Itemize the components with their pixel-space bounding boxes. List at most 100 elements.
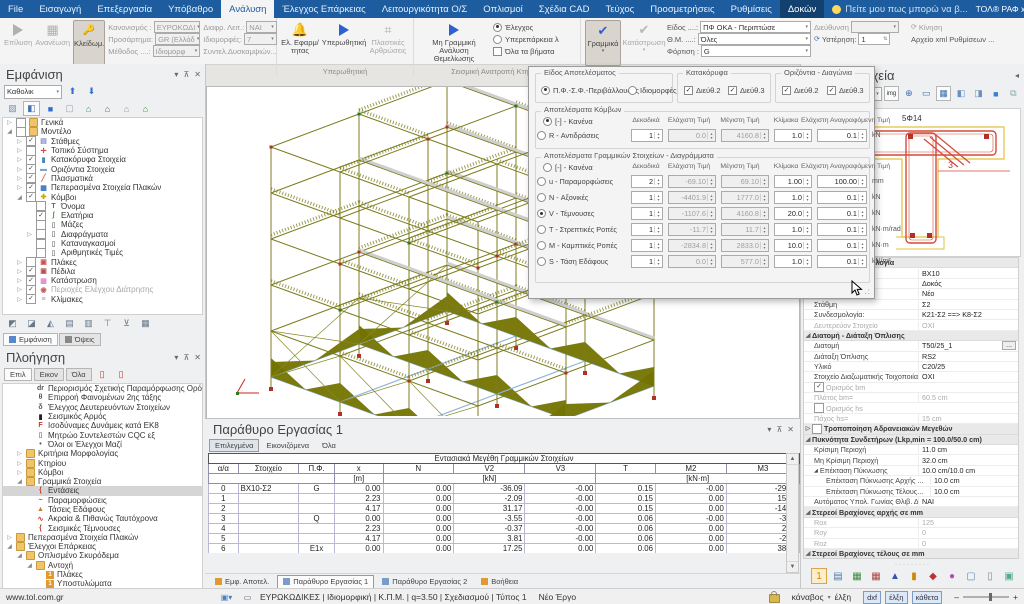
navigation-tree-item[interactable]: θΕπιρροή Φαινομένων 2ης τάξης (3, 393, 202, 402)
display-tree-item[interactable]: ▷✓╱Πλασματικά (3, 174, 202, 183)
tab-Επεξεργασία[interactable]: Επεξεργασία (89, 0, 160, 18)
hysteresis-spinner[interactable]: 1⇅ (858, 33, 890, 45)
prop-row[interactable]: ΣτάθμηΣ2 (804, 300, 1018, 310)
navigation-tree-item[interactable]: ▲Τάσεις Εδάφους (3, 505, 202, 514)
view-cube3-icon[interactable]: ■ (988, 86, 1003, 101)
expand-arrow-icon[interactable]: ▷ (16, 166, 23, 173)
chart-line-icon[interactable]: ▲ (887, 568, 903, 584)
navigation-tree-item[interactable]: ▯Μητρώο Συντελεστών CQC εξ (3, 430, 202, 439)
view-cube1-icon[interactable]: ◧ (953, 86, 968, 101)
brush-icon[interactable]: ◆ (925, 568, 941, 584)
prop-checkbox[interactable] (814, 403, 824, 413)
display-tree-item[interactable]: ▷▯Διαφράγματα (3, 230, 202, 239)
display-tree-item[interactable]: ▷✓▦Πεπερασμένα Στοιχεία Πλακών (3, 183, 202, 192)
table-row[interactable]: 6E1x0.000.0017.250.000.060.0038.90 (209, 544, 800, 554)
prop-row[interactable]: Διάταξη ΌπλισηςRS2 (804, 352, 1018, 362)
navigation-tree-item[interactable]: ▷Κόμβοι (3, 468, 202, 477)
layers-icon[interactable]: ▦ (137, 316, 154, 331)
field-combo-[interactable]: ΠΦ ΟΚΑ - Περιπτώσε▾ (700, 21, 811, 33)
navigation-tree-item[interactable]: ◢Γραμμικά Στοιχεία (3, 477, 202, 486)
display-tree-item[interactable]: ▷✓▤Στάθμες (3, 137, 202, 146)
expand-arrow-icon[interactable]: ▷ (16, 259, 23, 266)
expand-arrow-icon[interactable]: ▷ (16, 147, 23, 154)
copy-icon[interactable]: ⧉ (1006, 86, 1021, 101)
radio-icon[interactable] (537, 193, 546, 202)
close-icon[interactable]: ✕ (194, 70, 201, 79)
display-tree-item[interactable]: TΌνομα (3, 202, 202, 211)
layer-1-icon[interactable]: 1 (811, 568, 827, 584)
collapse-arrow-icon[interactable]: ◢ (6, 128, 13, 135)
zoom-out-icon[interactable]: – (954, 592, 959, 602)
panel-menu-icon[interactable]: ▾ (174, 70, 178, 79)
measure-icon[interactable]: ⊻ (118, 316, 135, 331)
tab-Σχέδια CAD[interactable]: Σχέδια CAD (531, 0, 598, 18)
prop-row[interactable]: Επέκταση Πύκνωσης Τέλους...10.0 cm (804, 487, 1018, 497)
tree-checkbox[interactable] (16, 127, 26, 137)
walk-green-icon[interactable]: ⌂ (137, 101, 154, 116)
workspace-tab-Βοήθεια[interactable]: Βοήθεια (475, 575, 524, 589)
prop-row[interactable]: Ορισμός hs (804, 403, 1018, 413)
display-tree-item[interactable]: ▯Μάζες (3, 220, 202, 229)
radio-icon[interactable] (537, 177, 546, 186)
filter-icon[interactable]: ◭ (42, 316, 59, 331)
xml-sett ings-label[interactable]: Αρχείο xml Ρυθμίσεων ... (911, 35, 994, 44)
expand-arrow-icon[interactable]: ▷ (16, 268, 23, 275)
minshow-spinner[interactable]: 0.1▴▾ (817, 191, 867, 204)
prop-row[interactable]: Επέκταση Πύκνωσης Αρχής ...10.0 cm (804, 476, 1018, 486)
tree-checkbox[interactable] (36, 248, 46, 258)
tab-Οπλισμοί[interactable]: Οπλισμοί (475, 0, 531, 18)
select-icon[interactable]: ◩ (4, 316, 21, 331)
collapse-arrow-icon[interactable]: ◢ (804, 509, 812, 516)
navigation-tree-item[interactable]: 1Πλάκες (3, 570, 202, 579)
navigation-tree-item[interactable]: drΠεριορισμός Σχετικής Παραμόρφωσης Ορόφ… (3, 384, 202, 393)
scale-spinner[interactable]: 1.00▴▾ (774, 175, 812, 188)
check-dir2-vert[interactable]: Διεύθ.2 (684, 85, 721, 95)
dec-spinner[interactable]: 1▴▾ (631, 255, 663, 268)
prop-row[interactable]: Roy0 (804, 528, 1018, 538)
view-cube-icon[interactable]: ▧ (4, 101, 21, 116)
navigation-tree-item[interactable]: {Σεισμικές Τέμνουσες (3, 523, 202, 532)
close-icon[interactable]: ✕ (787, 425, 794, 434)
tab-Τεύχος[interactable]: Τεύχος (597, 0, 642, 18)
dec-spinner[interactable]: 1▴▾ (631, 129, 663, 142)
view-section-icon[interactable]: ▦ (936, 86, 951, 101)
table-tab-Όλα[interactable]: Όλα (316, 439, 342, 452)
view-cube2-icon[interactable]: ◨ (971, 86, 986, 101)
ellipsis-button[interactable]: ... (1002, 341, 1016, 350)
expand-arrow-icon[interactable]: ▷ (16, 277, 23, 284)
expand-arrow-icon[interactable]: ▷ (804, 425, 812, 432)
prop-row[interactable]: Στοιχείο Διαζωματικής ΤοιχοποιίαςΟΧΙ (804, 372, 1018, 382)
plastic-hinges-button[interactable]: ⌗ Πλαστικές Αρθρώσεις (369, 20, 407, 66)
scroll-down-icon[interactable]: ▼ (787, 561, 798, 572)
table-row[interactable]: 12.230.00-2.09-0.000.150.0015.68 (209, 494, 800, 504)
prop-section-header[interactable]: ◢Στερεοί Βραχίονες τέλους σε mm (804, 549, 1018, 559)
table-row[interactable]: 0BX10-Σ2G0.000.00-36.09-0.000.15-0.00-29… (209, 484, 800, 494)
tab-Λειτουργικότητα Ο/Σ[interactable]: Λειτουργικότητα Ο/Σ (374, 0, 476, 18)
linear-results-button[interactable]: ✔ Γραμμικά ▾ (585, 20, 621, 66)
radio-icon[interactable] (537, 257, 546, 266)
minshow-spinner[interactable]: 0.1▴▾ (817, 223, 867, 236)
prop-section-header[interactable]: ◢Στερεοί Βραχίονες αρχής σε mm (804, 507, 1018, 517)
tab-Προσμετρήσεις[interactable]: Προσμετρήσεις (642, 0, 722, 18)
field-combo-[interactable]: ΕΥΡΟΚΩΔΙ▾ (154, 21, 201, 33)
pushover-button[interactable]: Υπερωθητική (322, 20, 366, 66)
radio-icon[interactable] (537, 209, 546, 218)
prop-row[interactable]: Roz0 (804, 539, 1018, 549)
table-tab-Επιλεγμένα[interactable]: Επιλεγμένα (209, 439, 259, 452)
collapse-arrow-icon[interactable]: ◢ (16, 478, 23, 485)
tag-icon[interactable]: ⊤ (99, 316, 116, 331)
direction-combo[interactable]: ▾ (851, 21, 899, 33)
field-combo-[interactable]: GR (Ελλάδ▾ (155, 33, 200, 45)
tab-Δοκών[interactable]: Δοκών (780, 0, 824, 18)
collapse-arrow-icon[interactable]: ◢ (26, 562, 33, 569)
color-wheel-icon[interactable]: ● (1020, 568, 1024, 584)
expand-arrow-icon[interactable]: ▷ (6, 119, 13, 126)
prop-section-header[interactable]: ▷Τροποποίηση Αδρανειακών Μεγεθών (804, 424, 1018, 434)
tab-Ρυθμίσεις[interactable]: Ρυθμίσεις (723, 0, 780, 18)
radio-none[interactable]: [-] - Κανένα (543, 116, 593, 126)
window-select-icon[interactable]: ▣▾ (218, 590, 235, 604)
prop-row[interactable]: Μη Κρίσιμη Περιοχή32.0 cm (804, 455, 1018, 465)
zoom-sel-icon[interactable]: ◪ (23, 316, 40, 331)
page-outline-icon[interactable]: ▯ (982, 568, 998, 584)
prop-row[interactable]: Πλάτος bm=60.5 cm (804, 393, 1018, 403)
